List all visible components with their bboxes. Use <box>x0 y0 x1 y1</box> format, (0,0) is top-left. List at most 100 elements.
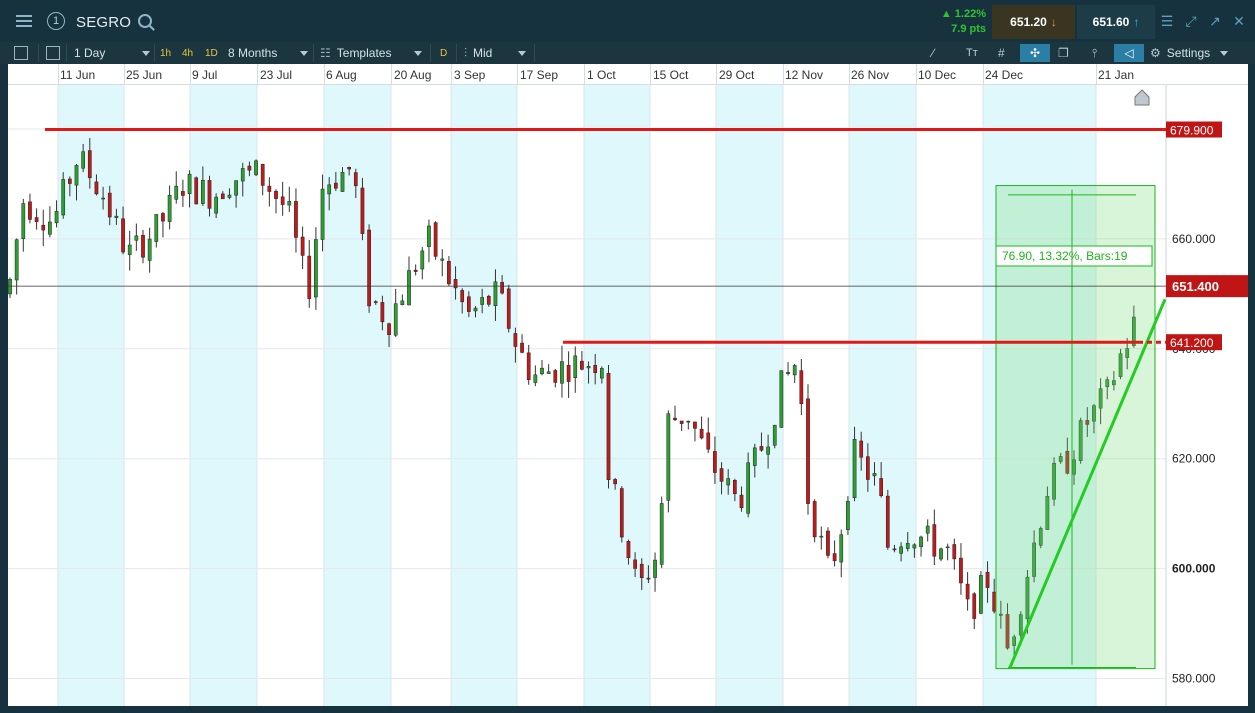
candle-body <box>240 168 245 182</box>
arrow-up-icon: ↑ <box>1133 15 1140 29</box>
price-tag-button[interactable]: ◁ <box>1114 44 1144 62</box>
date-axis: 11 Jun 25 Jun 9 Jul 23 Jul 6 Aug 20 Aug 3 Sep 1… <box>8 64 1248 85</box>
menu-button[interactable] <box>8 6 40 36</box>
candle-body <box>866 456 870 480</box>
date-tick <box>124 64 125 84</box>
candle-body <box>214 196 219 214</box>
candle-body <box>972 593 977 619</box>
close-icon[interactable]: ✕ <box>1230 8 1248 34</box>
candle-body <box>726 478 731 486</box>
current-price-label: 651.400 <box>1172 279 1219 294</box>
candle-body <box>41 224 46 231</box>
instrument-name[interactable]: SEGRO <box>76 14 131 31</box>
date-tick-label: 17 Sep <box>520 68 559 82</box>
resistance-label: 679.900 <box>1170 124 1214 138</box>
layout-button[interactable] <box>46 44 60 62</box>
candle-body <box>666 413 671 501</box>
date-tick-label: 12 Nov <box>785 68 824 82</box>
candle-body <box>147 238 152 261</box>
candle-body <box>473 307 478 312</box>
date-tick-label: 24 Dec <box>985 68 1024 82</box>
candle-body <box>373 301 378 303</box>
date-tick <box>916 64 917 84</box>
period-band <box>58 85 124 706</box>
candle-body <box>812 501 817 538</box>
range-select[interactable]: 8 Months <box>228 44 308 62</box>
settings-button[interactable]: ⚙ Settings <box>1150 44 1229 62</box>
candle-body <box>260 163 265 186</box>
candle-body <box>480 297 484 305</box>
candle-body <box>141 234 145 258</box>
templates-select[interactable]: ☷ Templates <box>320 44 422 62</box>
candle-body <box>433 222 438 257</box>
expand-icon[interactable]: ⤢ <box>1182 8 1200 34</box>
compare-button[interactable]: ❐ <box>1058 44 1069 62</box>
price-tick-label: 660.000 <box>1172 232 1216 246</box>
candle-body <box>360 187 365 234</box>
crosshair-button[interactable]: ✣ <box>1020 44 1050 62</box>
date-tick-label: 29 Oct <box>719 68 755 82</box>
candle-body <box>566 364 571 382</box>
candle-body <box>393 303 398 336</box>
date-tick <box>584 64 585 84</box>
search-icon[interactable] <box>138 14 152 28</box>
tag-icon: ◁ <box>1124 46 1134 60</box>
candle-body <box>28 201 32 220</box>
date-tick <box>391 64 392 84</box>
candle-body <box>347 166 351 170</box>
candle-type-icon: ⫶ <box>464 45 468 60</box>
pencil-icon: ∕ <box>932 46 935 60</box>
candle-body <box>14 239 19 281</box>
draw-line-button[interactable]: ∕ <box>932 44 934 62</box>
candle-body <box>706 432 711 450</box>
chart-canvas[interactable]: 680.000660.000640.000620.000600.000580.0… <box>8 85 1248 706</box>
interval-4h[interactable]: 4h <box>182 44 193 62</box>
price-type-select[interactable]: ⫶ Mid <box>464 44 526 62</box>
chevron-down-icon <box>414 50 422 56</box>
interval-select[interactable]: 1 Day <box>74 44 150 62</box>
candle-body <box>340 172 345 192</box>
date-tick <box>783 64 784 84</box>
candle-body <box>600 368 604 379</box>
range-value: 8 Months <box>228 46 278 60</box>
d-toggle[interactable]: D <box>440 44 447 62</box>
date-tick-label: 26 Nov <box>851 68 890 82</box>
candle-body <box>506 288 511 329</box>
candle-body <box>752 447 757 466</box>
candle-body <box>353 172 358 187</box>
candle-body <box>407 270 411 306</box>
date-tick-label: 3 Sep <box>454 68 486 82</box>
popout-icon[interactable]: ↗ <box>1206 8 1224 34</box>
grid-button[interactable]: # <box>998 44 1005 62</box>
sell-price-button[interactable]: 651.20 ↓ <box>992 5 1075 39</box>
link-group-button[interactable]: 1 <box>42 6 70 36</box>
candle-body <box>719 468 724 482</box>
indicator-button[interactable]: ⫯ <box>1092 44 1097 62</box>
support-label: 641.200 <box>1170 336 1214 350</box>
candle-body <box>201 180 205 204</box>
candle-body <box>540 367 544 375</box>
chart-list-button[interactable] <box>14 44 28 62</box>
candle-body <box>925 525 930 534</box>
depth-bars-icon[interactable]: ☰ <box>1158 8 1176 34</box>
interval-1d[interactable]: 1D <box>205 44 218 62</box>
candle-body <box>94 181 99 195</box>
candle-body <box>580 360 584 370</box>
interval-1h[interactable]: 1h <box>160 44 171 62</box>
candle-body <box>114 215 119 218</box>
templates-icon: ☷ <box>320 46 331 60</box>
date-tick <box>849 64 850 84</box>
candle-body <box>154 214 159 242</box>
buy-price-button[interactable]: 651.60 ↑ <box>1077 5 1155 39</box>
trading-platform-window: 1 SEGRO ▲ 1.22% 7.9 pts 651.20 ↓ 651.60 ↑ … <box>0 0 1255 713</box>
sell-price: 651.20 <box>1010 15 1047 29</box>
text-icon: Tт <box>966 47 978 59</box>
candle-body <box>806 398 810 504</box>
candle-body <box>187 173 192 194</box>
period-band <box>190 85 257 706</box>
candle-body <box>513 333 518 347</box>
candle-body <box>799 370 804 404</box>
price-chart[interactable]: 11 Jun 25 Jun 9 Jul 23 Jul 6 Aug 20 Aug 3 Sep 1… <box>8 64 1248 706</box>
text-tool-button[interactable]: Tт <box>966 44 978 62</box>
candle-body <box>447 261 451 285</box>
